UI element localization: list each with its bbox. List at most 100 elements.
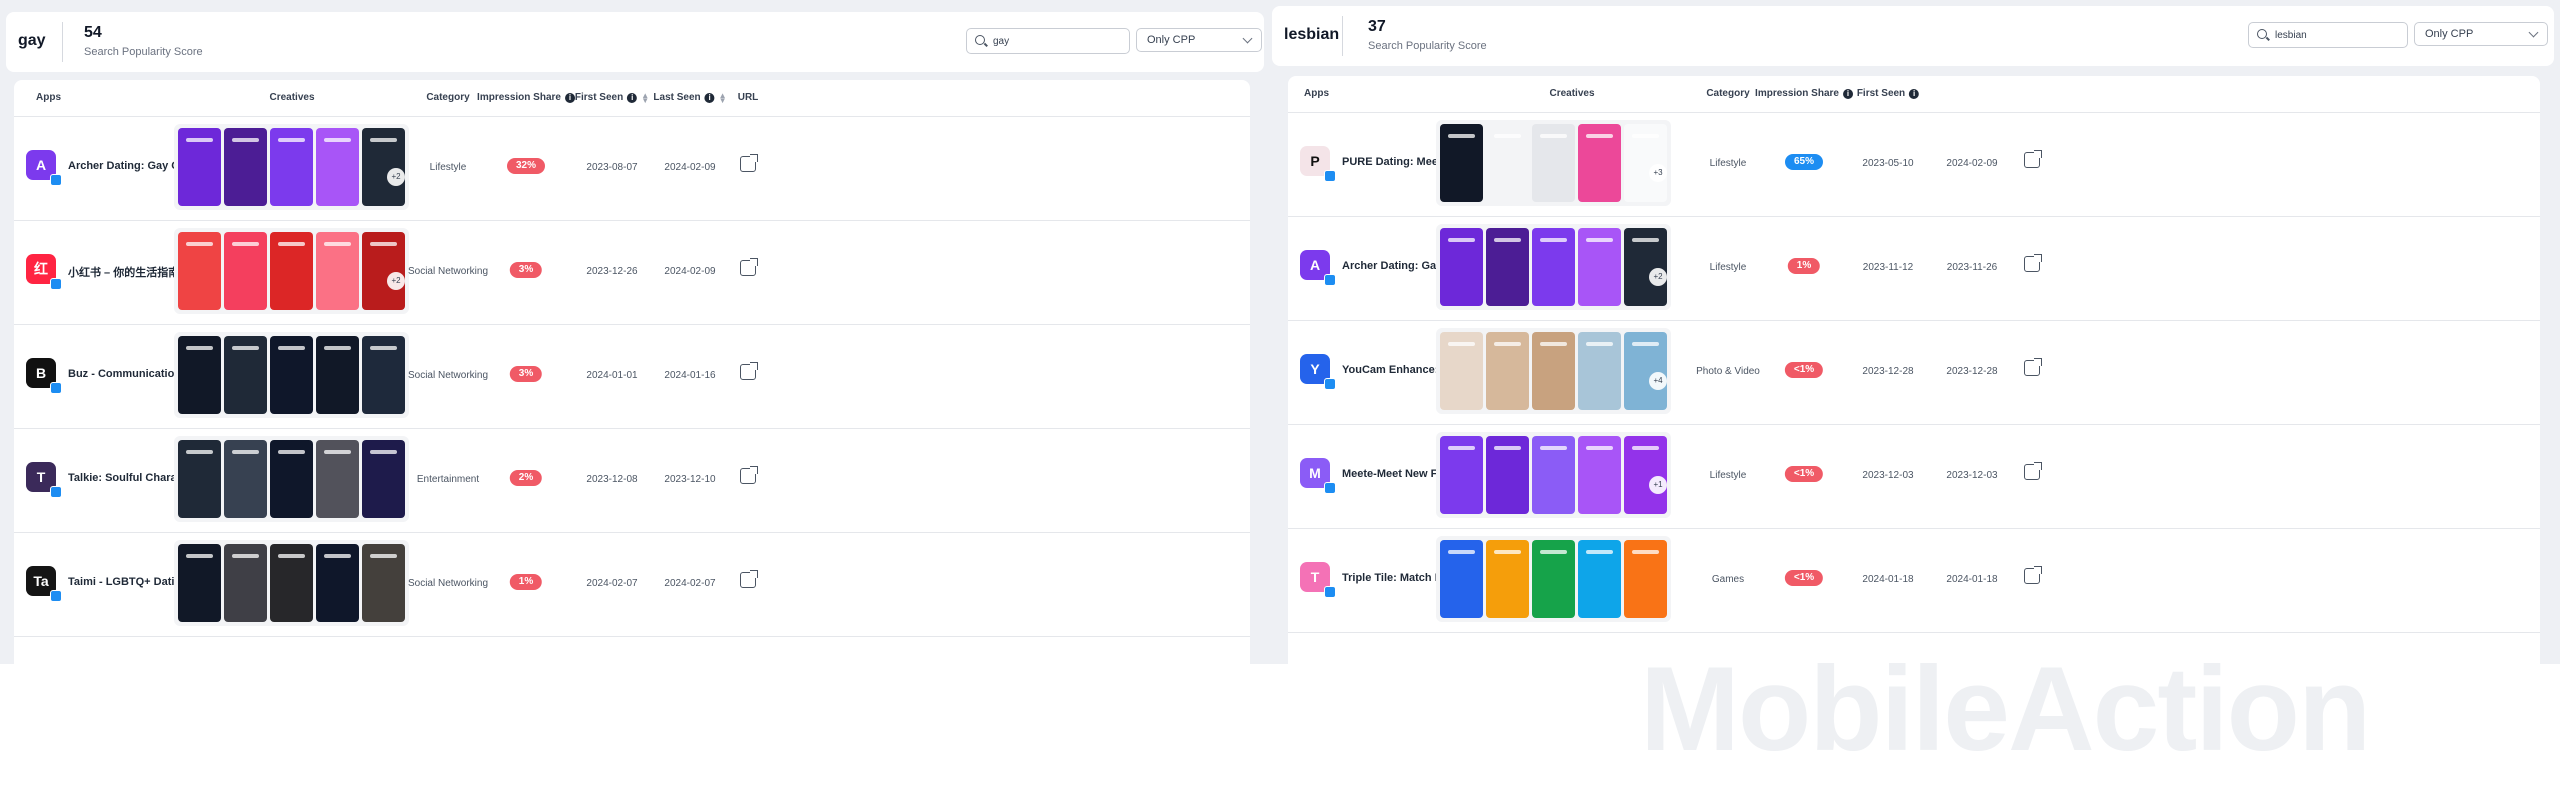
- search-input[interactable]: gay: [966, 28, 1130, 54]
- creative-screenshot[interactable]: [224, 336, 267, 414]
- creative-screenshot[interactable]: [270, 544, 313, 622]
- header-impression-share[interactable]: Impression Share i: [477, 92, 575, 103]
- creative-screenshot[interactable]: [1624, 124, 1667, 202]
- creative-screenshot[interactable]: [1532, 124, 1575, 202]
- creative-screenshot[interactable]: [178, 440, 221, 518]
- creative-screenshot[interactable]: [1624, 332, 1667, 410]
- more-creatives-badge[interactable]: +2: [387, 272, 405, 290]
- creative-screenshot[interactable]: [362, 336, 405, 414]
- sort-icon[interactable]: ▲ ▼: [641, 91, 649, 104]
- app-name[interactable]: 小红书 – 你的生活指南: [68, 264, 179, 280]
- creative-screenshot[interactable]: [178, 128, 221, 206]
- header-last-seen[interactable]: Last Seen i ▲ ▼: [653, 91, 727, 104]
- creative-screenshot[interactable]: [1532, 332, 1575, 410]
- creatives-strip[interactable]: +4: [1436, 328, 1671, 414]
- table-row[interactable]: B Buz - Communication Made... Social Netwo…: [14, 324, 1250, 429]
- creative-screenshot[interactable]: [1486, 332, 1529, 410]
- creatives-strip[interactable]: +2: [174, 228, 409, 314]
- creative-screenshot[interactable]: [178, 336, 221, 414]
- creative-screenshot[interactable]: [224, 232, 267, 310]
- creative-screenshot[interactable]: [1486, 228, 1529, 306]
- creative-screenshot[interactable]: [1532, 436, 1575, 514]
- filter-select[interactable]: Only CPP: [2414, 22, 2548, 46]
- info-icon[interactable]: i: [704, 92, 715, 103]
- creatives-strip[interactable]: +2: [174, 124, 409, 210]
- filter-select[interactable]: Only CPP: [1136, 28, 1262, 52]
- creative-screenshot[interactable]: [316, 128, 359, 206]
- external-link-icon[interactable]: [740, 466, 758, 484]
- creative-screenshot[interactable]: [1578, 228, 1621, 306]
- table-row[interactable]: A Archer Dating: Gay Chat ... +2 Lifestyle 3…: [14, 116, 1250, 221]
- external-link-icon[interactable]: [740, 570, 758, 588]
- creatives-strip[interactable]: +2: [1436, 224, 1671, 310]
- creative-screenshot[interactable]: [1486, 436, 1529, 514]
- creative-screenshot[interactable]: [1578, 540, 1621, 618]
- creative-screenshot[interactable]: [1486, 124, 1529, 202]
- creative-screenshot[interactable]: [224, 544, 267, 622]
- creative-screenshot[interactable]: [316, 232, 359, 310]
- external-link-icon[interactable]: [740, 154, 758, 172]
- creative-screenshot[interactable]: [1440, 436, 1483, 514]
- table-row[interactable]: A Archer Dating: Gay Chat ... +2 Lifestyle 1…: [1288, 216, 2540, 321]
- creative-screenshot[interactable]: [316, 440, 359, 518]
- creatives-strip[interactable]: [1436, 536, 1671, 622]
- external-link-icon[interactable]: [2024, 150, 2042, 168]
- creative-screenshot[interactable]: [1624, 228, 1667, 306]
- creatives-strip[interactable]: +1: [1436, 432, 1671, 518]
- info-icon[interactable]: i: [1842, 88, 1853, 99]
- more-creatives-badge[interactable]: +2: [1649, 268, 1667, 286]
- creative-screenshot[interactable]: [1578, 436, 1621, 514]
- external-link-icon[interactable]: [2024, 566, 2042, 584]
- header-first-seen[interactable]: First Seen i ▲ ▼: [575, 91, 649, 104]
- creative-screenshot[interactable]: [1440, 124, 1483, 202]
- external-link-icon[interactable]: [2024, 254, 2042, 272]
- more-creatives-badge[interactable]: +4: [1649, 372, 1667, 390]
- search-input[interactable]: lesbian: [2248, 22, 2408, 48]
- creative-screenshot[interactable]: [1486, 540, 1529, 618]
- table-row[interactable]: P PURE Dating: Meet Hot Pe... +3 Lifestyle 6…: [1288, 112, 2540, 217]
- creative-screenshot[interactable]: [270, 232, 313, 310]
- creative-screenshot[interactable]: [270, 128, 313, 206]
- creative-screenshot[interactable]: [224, 128, 267, 206]
- more-creatives-badge[interactable]: +1: [1649, 476, 1667, 494]
- table-row[interactable]: Ta Taimi - LGBTQ+ Dating & ... Social Netw…: [14, 532, 1250, 637]
- more-creatives-badge[interactable]: +3: [1649, 164, 1667, 182]
- external-link-icon[interactable]: [740, 362, 758, 380]
- creative-screenshot[interactable]: [224, 440, 267, 518]
- creative-screenshot[interactable]: [178, 544, 221, 622]
- creative-screenshot[interactable]: [1440, 228, 1483, 306]
- table-row[interactable]: T Triple Tile: Match Puzzl... Games <1% 2024…: [1288, 528, 2540, 633]
- creative-screenshot[interactable]: [1532, 540, 1575, 618]
- creatives-strip[interactable]: +3: [1436, 120, 1671, 206]
- external-link-icon[interactable]: [2024, 358, 2042, 376]
- info-icon[interactable]: i: [1909, 88, 1920, 99]
- creative-screenshot[interactable]: [316, 544, 359, 622]
- creatives-strip[interactable]: [174, 436, 409, 522]
- creative-screenshot[interactable]: [362, 128, 405, 206]
- header-impression-share[interactable]: Impression Share i: [1755, 88, 1853, 99]
- external-link-icon[interactable]: [740, 258, 758, 276]
- creative-screenshot[interactable]: [270, 336, 313, 414]
- creative-screenshot[interactable]: [362, 232, 405, 310]
- creatives-strip[interactable]: [174, 332, 409, 418]
- creative-screenshot[interactable]: [1578, 332, 1621, 410]
- table-row[interactable]: M Meete-Meet New Friends N... +1 Lifestyle <…: [1288, 424, 2540, 529]
- external-link-icon[interactable]: [2024, 462, 2042, 480]
- creative-screenshot[interactable]: [1440, 332, 1483, 410]
- creative-screenshot[interactable]: [1532, 228, 1575, 306]
- table-row[interactable]: T Talkie: Soulful Characte... Entertainmen…: [14, 428, 1250, 533]
- header-first-seen[interactable]: First Seen i: [1857, 88, 1920, 99]
- creative-screenshot[interactable]: [270, 440, 313, 518]
- creative-screenshot[interactable]: [1624, 436, 1667, 514]
- creative-screenshot[interactable]: [1440, 540, 1483, 618]
- creative-screenshot[interactable]: [362, 440, 405, 518]
- creative-screenshot[interactable]: [1578, 124, 1621, 202]
- table-row[interactable]: Y YouCam Enhance: Photo En... +4 Photo & Vi…: [1288, 320, 2540, 425]
- info-icon[interactable]: i: [564, 92, 575, 103]
- table-row[interactable]: 红小红书 – 你的生活指南 +2 Social Networking 3% 2023-1…: [14, 220, 1250, 325]
- creative-screenshot[interactable]: [178, 232, 221, 310]
- info-icon[interactable]: i: [627, 92, 638, 103]
- creative-screenshot[interactable]: [362, 544, 405, 622]
- sort-icon[interactable]: ▲ ▼: [719, 91, 727, 104]
- creative-screenshot[interactable]: [1624, 540, 1667, 618]
